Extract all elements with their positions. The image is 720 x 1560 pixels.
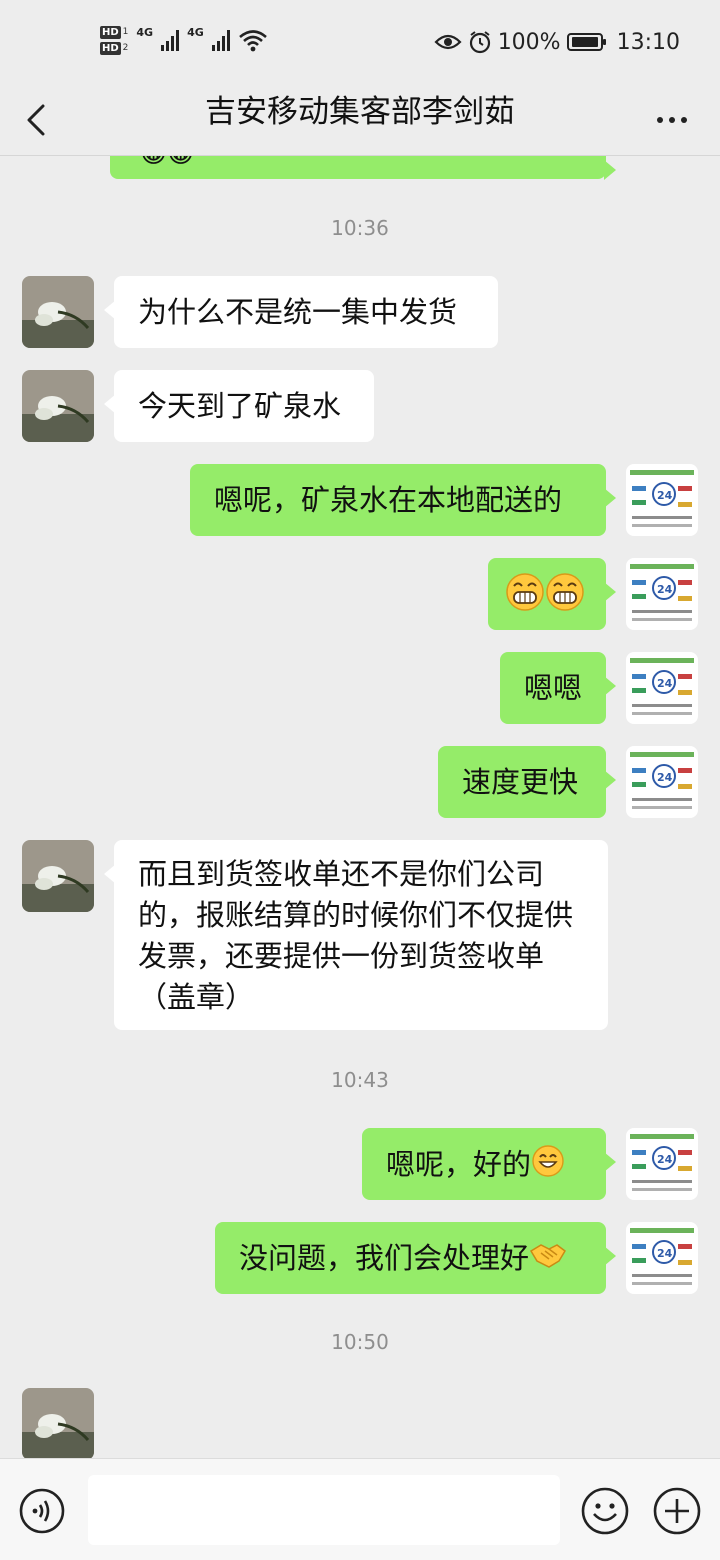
voice-icon xyxy=(19,1488,65,1534)
my-avatar[interactable]: 24 xyxy=(626,558,698,630)
message-bubble[interactable] xyxy=(488,558,616,630)
signal1-icon xyxy=(161,29,180,51)
avatar[interactable] xyxy=(22,370,94,442)
chat-header: 吉安移动集客部李剑茹 xyxy=(0,84,720,156)
svg-text:24: 24 xyxy=(657,1247,673,1260)
my-avatar[interactable]: 24 xyxy=(626,464,698,536)
emoji-partial: 😁😁 xyxy=(140,156,194,175)
smiley-icon xyxy=(581,1487,629,1535)
message-text: 而且到货签收单还不是你们公司的，报账结算的时候你们不仅提供发票，还要提供一份到货… xyxy=(138,857,574,1014)
hd1-label: HD xyxy=(100,25,121,39)
hd1-indicator: HD 1 xyxy=(100,25,129,39)
message-bubble[interactable]: 嗯嗯 xyxy=(500,652,616,724)
chevron-left-icon xyxy=(27,104,45,136)
handshake-emoji xyxy=(529,1239,567,1282)
signal2-icon xyxy=(211,29,230,51)
message-bubble[interactable]: 没问题，我们会处理好 xyxy=(215,1222,616,1294)
my-avatar[interactable]: 24 xyxy=(626,652,698,724)
more-dot-icon xyxy=(669,117,675,123)
status-right: 100% 13:10 xyxy=(434,26,680,58)
battery-icon xyxy=(566,33,606,51)
message-bubble[interactable]: 嗯呢，矿泉水在本地配送的 xyxy=(190,464,616,536)
hd-indicators: HD 1 HD 2 xyxy=(100,25,129,55)
hd1-sub: 1 xyxy=(122,27,129,37)
hd2-sub: 2 xyxy=(122,43,129,53)
plus-icon xyxy=(653,1487,701,1535)
my-avatar[interactable]: 24 xyxy=(626,1128,698,1200)
hd2-label: HD xyxy=(100,41,121,55)
more-button[interactable] xyxy=(646,98,698,142)
clock: 13:10 xyxy=(616,29,680,55)
alarm-icon xyxy=(469,31,490,54)
network1-label: 4G xyxy=(136,25,154,39)
my-avatar[interactable]: 24 xyxy=(626,1222,698,1294)
chat-area[interactable]: 😁😁 10:36 为什么不是统一集中发货 今天到了矿泉水 嗯呢，矿泉水在本地配送… xyxy=(0,156,720,1458)
timestamp: 10:43 xyxy=(331,1068,389,1092)
more-dot-icon xyxy=(681,117,687,123)
my-avatar[interactable]: 24 xyxy=(626,746,698,818)
grin-emoji xyxy=(506,570,584,625)
message-input[interactable] xyxy=(88,1475,560,1545)
message-bubble-partial[interactable]: 😁😁 xyxy=(110,156,616,180)
message-text: 嗯呢，好的 xyxy=(386,1147,532,1182)
message-bubble[interactable]: 而且到货签收单还不是你们公司的，报账结算的时候你们不仅提供发票，还要提供一份到货… xyxy=(104,840,608,1030)
svg-text:24: 24 xyxy=(657,1153,673,1166)
voice-button[interactable] xyxy=(18,1487,66,1535)
input-bar xyxy=(0,1458,720,1560)
plus-button[interactable] xyxy=(652,1486,702,1536)
message-bubble[interactable]: 嗯呢，好的 xyxy=(362,1128,616,1200)
timestamp: 10:36 xyxy=(331,216,389,240)
message-text: 嗯嗯 xyxy=(524,671,583,705)
hd2-indicator: HD 2 xyxy=(100,41,129,55)
message-text: 速度更快 xyxy=(462,765,579,799)
avatar[interactable] xyxy=(22,1388,94,1458)
svg-text:24: 24 xyxy=(657,677,673,690)
eye-icon xyxy=(434,34,462,50)
emoji-button[interactable] xyxy=(580,1486,630,1536)
message-bubble[interactable]: 速度更快 xyxy=(438,746,616,818)
smile-emoji xyxy=(531,1144,565,1189)
message-text: 嗯呢，矿泉水在本地配送的 xyxy=(214,483,563,517)
back-button[interactable] xyxy=(14,98,58,142)
svg-text:24: 24 xyxy=(657,771,673,784)
message-text: 今天到了矿泉水 xyxy=(138,389,342,423)
message-bubble[interactable]: 为什么不是统一集中发货 xyxy=(104,276,498,348)
svg-text:24: 24 xyxy=(657,583,673,596)
battery-percent: 100% xyxy=(497,29,561,55)
chat-title: 吉安移动集客部李剑茹 xyxy=(205,94,515,130)
message-bubble[interactable]: 今天到了矿泉水 xyxy=(104,370,374,442)
status-left: HD 1 HD 2 4G 4G xyxy=(100,20,268,60)
network2-label: 4G xyxy=(187,25,204,39)
status-bar: HD 1 HD 2 4G 4G 100% 13:10 xyxy=(0,0,720,84)
svg-text:24: 24 xyxy=(657,489,673,502)
timestamp: 10:50 xyxy=(331,1330,389,1354)
wifi-icon xyxy=(238,30,267,52)
avatar[interactable] xyxy=(22,840,94,912)
message-text: 为什么不是统一集中发货 xyxy=(138,295,458,329)
more-dot-icon xyxy=(657,117,663,123)
message-text: 没问题，我们会处理好 xyxy=(239,1241,530,1275)
avatar[interactable] xyxy=(22,276,94,348)
